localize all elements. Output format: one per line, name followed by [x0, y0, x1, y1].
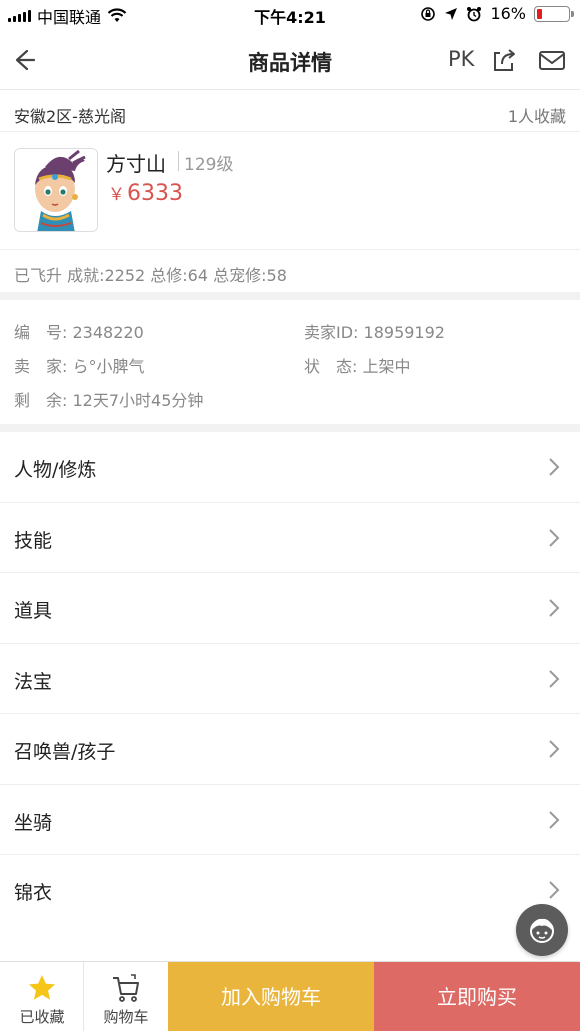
menu-item-items[interactable]: 道具: [0, 573, 580, 644]
menu-item-label: 人物/修炼: [14, 459, 97, 481]
listing-id-value: 2348220: [72, 323, 144, 342]
listing-info: 编 号: 2348220 卖家ID: 18959192 卖 家: ら°小脾气 状…: [0, 300, 580, 424]
location-icon: [445, 7, 458, 20]
customer-service-button[interactable]: [516, 904, 568, 956]
shopping-cart-icon: [113, 974, 139, 1002]
battery-percent: 16%: [490, 4, 526, 23]
avatar[interactable]: [14, 148, 98, 232]
alarm-icon: [467, 6, 482, 21]
add-to-cart-button[interactable]: 加入购物车: [168, 962, 374, 1031]
menu-item-outfits[interactable]: 锦衣: [0, 855, 580, 926]
cart-label: 购物车: [103, 1008, 149, 1026]
seller-value: ら°小脾气: [72, 357, 145, 376]
bottom-action-bar: 已收藏 购物车 加入购物车 立即购买: [0, 961, 580, 1031]
detail-menu: 人物/修炼 技能 道具 法宝 召唤兽/孩子 坐骑 锦衣: [0, 432, 580, 926]
favorite-label: 已收藏: [19, 1008, 65, 1026]
chevron-right-icon: [549, 528, 560, 547]
buy-now-button[interactable]: 立即购买: [374, 962, 580, 1031]
favorite-count: 1人收藏: [507, 107, 566, 126]
stats-row: 已飞升 成就:2252 总修:64 总宠修:58: [0, 250, 580, 292]
orientation-lock-icon: [421, 6, 436, 21]
remaining-value: 12天7小时45分钟: [72, 391, 204, 410]
menu-item-label: 召唤兽/孩子: [14, 741, 116, 763]
chevron-right-icon: [549, 740, 560, 758]
character-price: ￥6333: [108, 180, 183, 206]
seller-id-label: 卖家ID:: [304, 323, 359, 342]
listing-status: 状 态: 上架中: [304, 353, 411, 377]
status-bar: 中国联通 下午4:21 16%: [0, 0, 580, 30]
battery-icon: [534, 5, 574, 22]
server-name: 安徽2区-慈光阁: [14, 107, 126, 126]
menu-item-label: 法宝: [14, 670, 53, 693]
status-right: 16%: [420, 4, 574, 23]
chevron-right-icon: [549, 881, 560, 899]
currency-symbol: ￥: [108, 185, 125, 205]
character-stats: 已飞升 成就:2252 总修:64 总宠修:58: [14, 266, 287, 285]
remaining-label: 剩 余:: [14, 391, 68, 410]
share-icon[interactable]: [488, 44, 520, 76]
mail-icon[interactable]: [536, 44, 568, 76]
customer-service-icon: [530, 918, 554, 943]
battery-level: [537, 8, 542, 19]
cart-button[interactable]: 购物车: [84, 962, 168, 1031]
menu-item-skills[interactable]: 技能: [0, 503, 580, 573]
character-portrait-icon: [15, 149, 97, 231]
chevron-right-icon: [549, 599, 560, 617]
seller-id-value: 18959192: [363, 323, 445, 342]
menu-item-treasures[interactable]: 法宝: [0, 644, 580, 714]
seller-id: 卖家ID: 18959192: [304, 319, 445, 343]
chevron-right-icon: [549, 669, 560, 688]
menu-item-label: 技能: [14, 529, 53, 552]
time-remaining: 剩 余: 12天7小时45分钟: [14, 387, 203, 411]
menu-item-label: 坐骑: [14, 811, 53, 834]
seller-label: 卖 家:: [14, 357, 68, 376]
section-divider: [0, 292, 580, 300]
character-level: 129级: [184, 155, 234, 175]
star-icon: [29, 975, 55, 1000]
status-label: 状 态:: [304, 357, 358, 376]
price-value: 6333: [127, 181, 183, 206]
section-divider: [0, 424, 580, 432]
status-value: 上架中: [362, 357, 411, 376]
listing-id-label: 编 号:: [14, 323, 68, 342]
pk-button[interactable]: PK: [448, 47, 474, 71]
chevron-right-icon: [549, 458, 560, 476]
seller: 卖 家: ら°小脾气: [14, 353, 145, 377]
listing-id: 编 号: 2348220: [14, 319, 144, 343]
server-row: 安徽2区-慈光阁 1人收藏: [0, 90, 580, 132]
character-name: 方寸山: [106, 152, 166, 176]
menu-item-pets[interactable]: 召唤兽/孩子: [0, 714, 580, 785]
character-card[interactable]: 方寸山 129级 ￥6333: [0, 132, 580, 250]
menu-item-character[interactable]: 人物/修炼: [0, 432, 580, 503]
nav-bar: 商品详情 PK: [0, 30, 580, 90]
chevron-right-icon: [549, 810, 560, 829]
name-divider: [178, 151, 179, 171]
menu-item-label: 道具: [14, 600, 53, 622]
menu-item-label: 锦衣: [14, 882, 53, 904]
favorite-button[interactable]: 已收藏: [0, 962, 84, 1031]
menu-item-mounts[interactable]: 坐骑: [0, 785, 580, 855]
